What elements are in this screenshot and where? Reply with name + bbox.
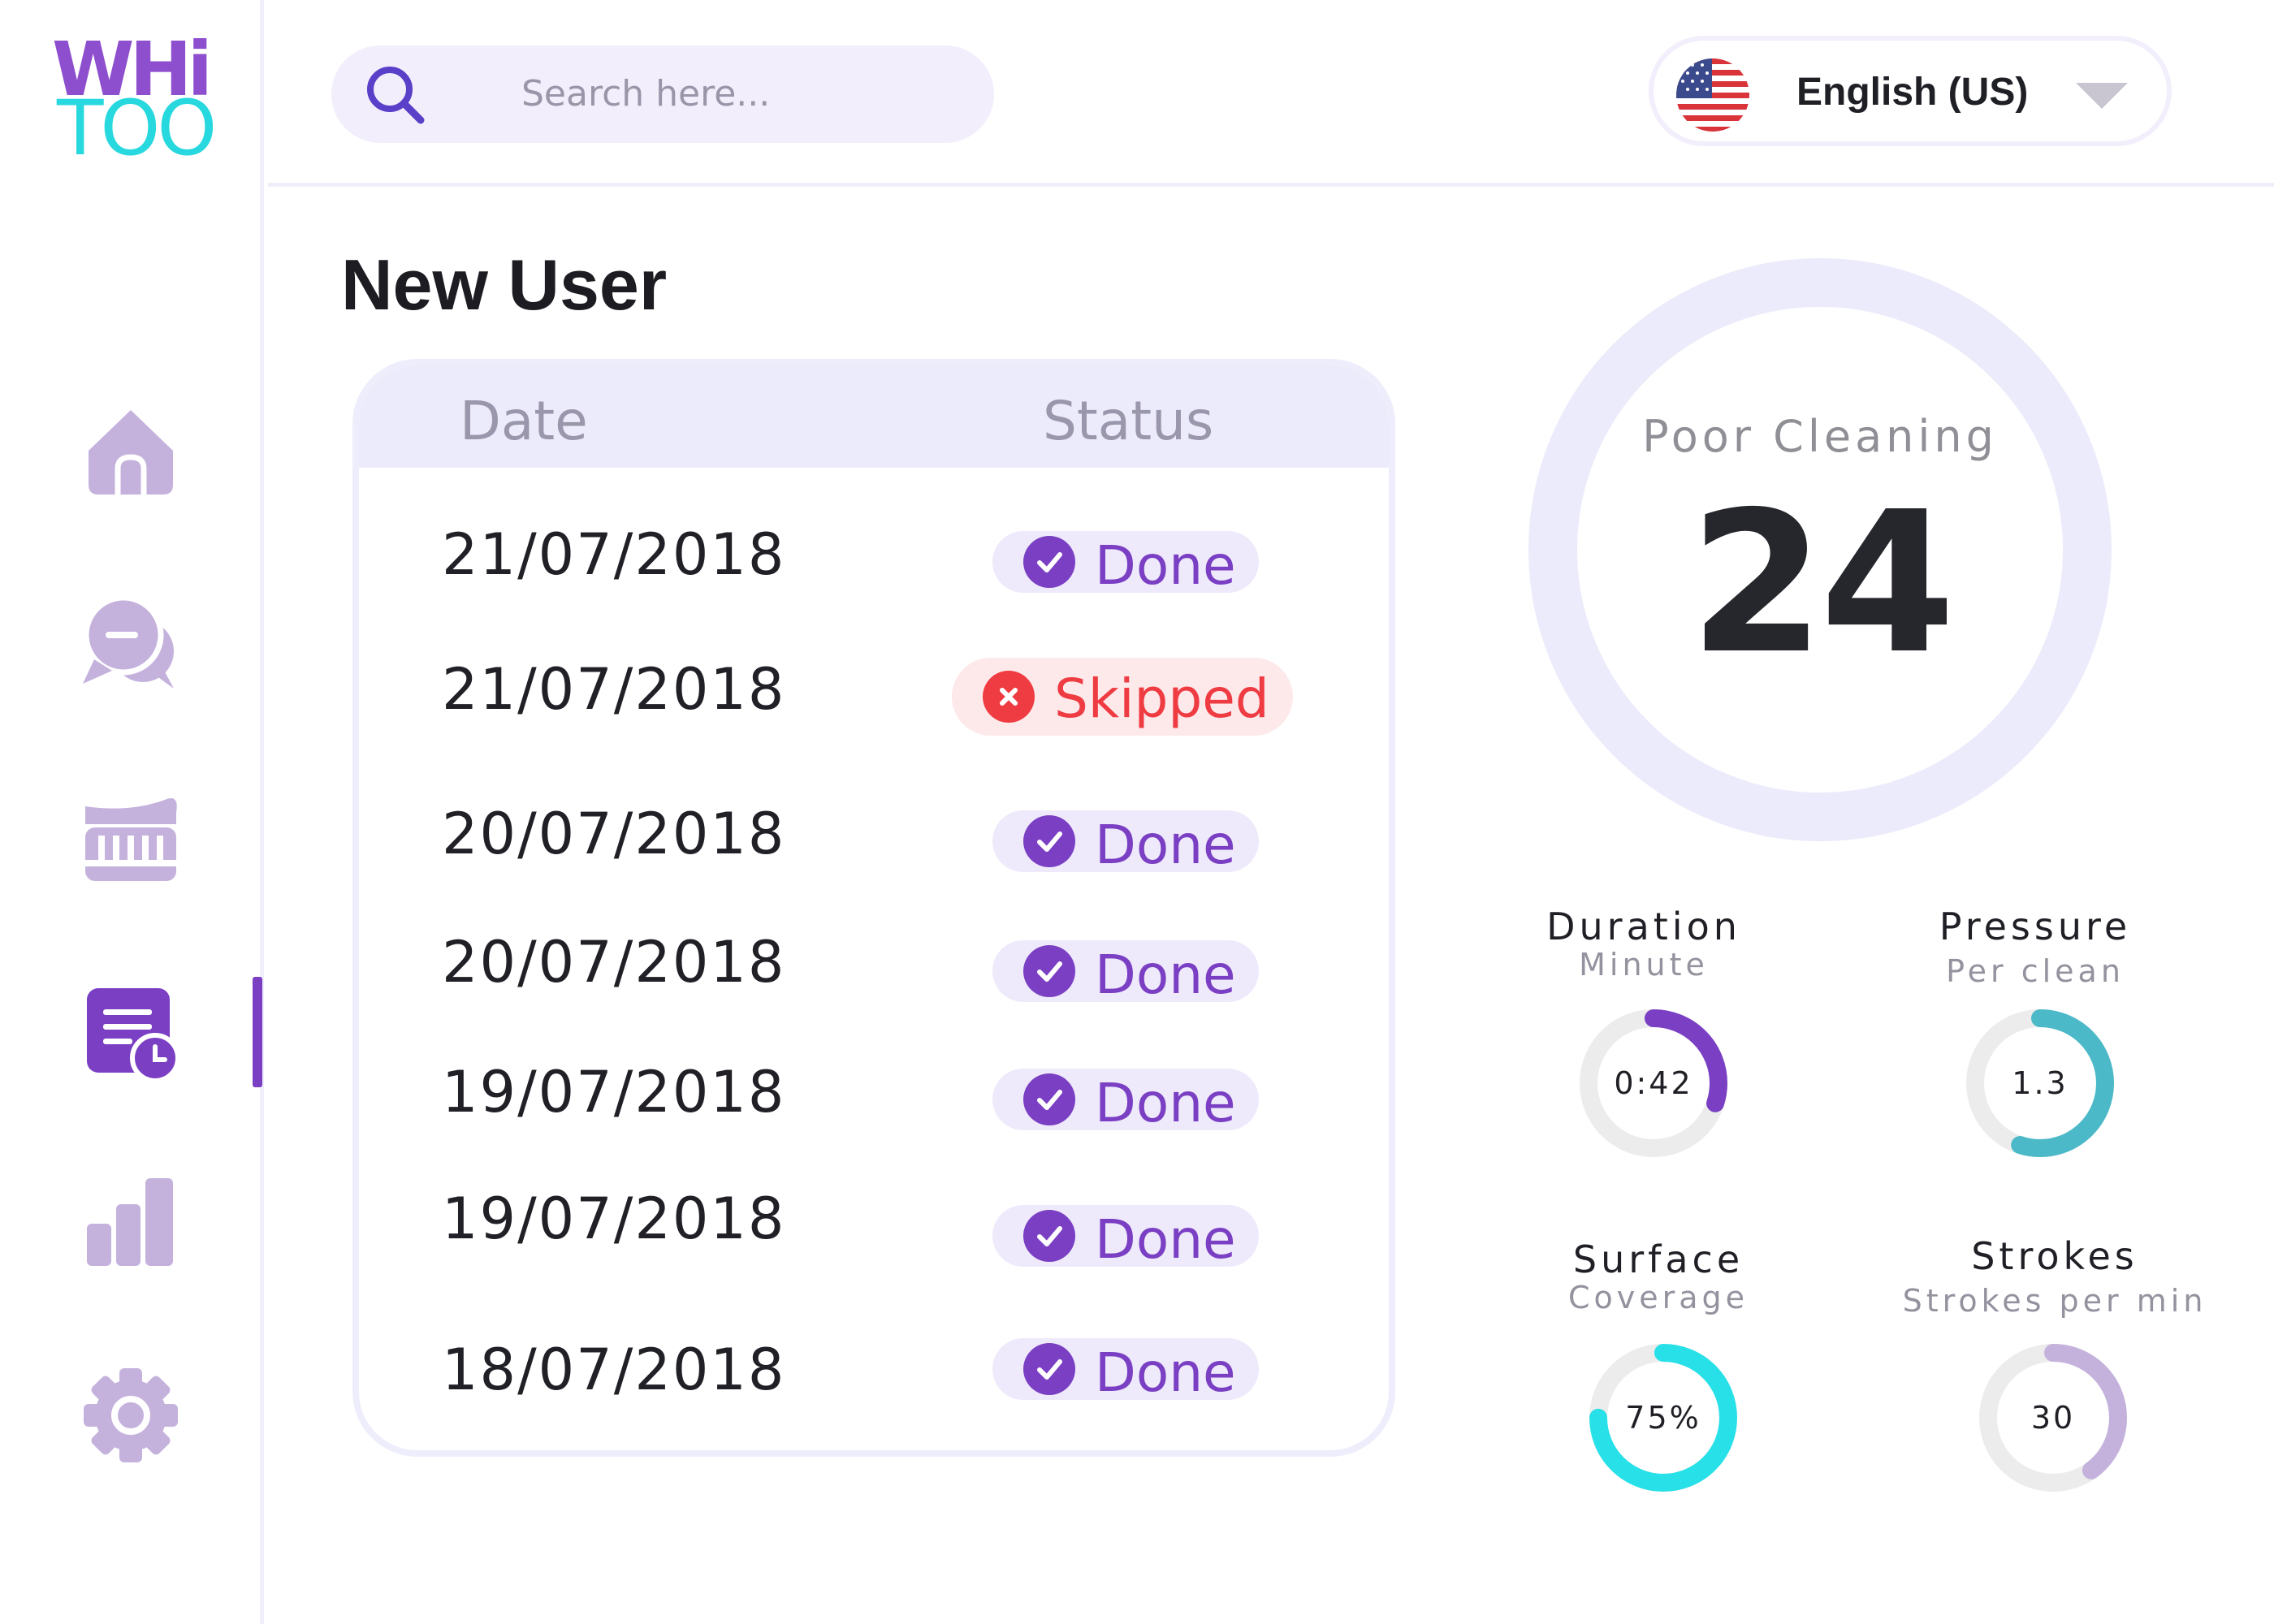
metric-subtitle: Per clean bbox=[1946, 953, 2125, 989]
row-date: 18/07/2018 bbox=[442, 1337, 786, 1403]
metric-title: Strokes bbox=[1971, 1234, 2138, 1278]
column-header-status: Status bbox=[1043, 390, 1214, 452]
search-icon[interactable] bbox=[362, 62, 430, 130]
metric-subtitle: Strokes per min bbox=[1902, 1283, 2207, 1319]
row-date: 20/07/2018 bbox=[442, 801, 786, 867]
chat-bubbles-icon bbox=[83, 594, 174, 689]
x-circle-icon bbox=[983, 671, 1035, 723]
check-circle-icon bbox=[1023, 536, 1075, 588]
status-badge: Done bbox=[992, 810, 1259, 876]
logo-line-2: TOO bbox=[57, 84, 217, 173]
sidebar-item-toothbrush[interactable] bbox=[78, 786, 184, 892]
gauge-strokes: 30 bbox=[1972, 1337, 2134, 1499]
metric-title: Pressure bbox=[1939, 905, 2132, 948]
check-circle-icon bbox=[1023, 815, 1075, 867]
table-header: Date Status bbox=[359, 365, 1389, 468]
check-circle-icon bbox=[1023, 945, 1075, 997]
table-row[interactable]: 21/07/2018 Skipped bbox=[359, 656, 1389, 754]
gear-icon bbox=[84, 1368, 178, 1462]
status-badge: Done bbox=[992, 940, 1259, 1006]
top-bar: Search here... English (US) bbox=[268, 0, 2274, 187]
table-row[interactable]: 19/07/2018 Done bbox=[359, 1186, 1389, 1283]
status-label: Done bbox=[1095, 814, 1236, 876]
sidebar: WHi TOO bbox=[0, 0, 264, 1624]
us-flag-icon bbox=[1676, 58, 1749, 132]
home-icon bbox=[89, 410, 173, 495]
sidebar-item-settings[interactable] bbox=[78, 1363, 184, 1468]
row-date: 19/07/2018 bbox=[442, 1186, 786, 1252]
check-circle-icon bbox=[1023, 1343, 1075, 1395]
logo: WHi TOO bbox=[52, 32, 217, 167]
table-row[interactable]: 20/07/2018 Done bbox=[359, 801, 1389, 898]
sidebar-item-history[interactable] bbox=[78, 979, 184, 1085]
status-label: Done bbox=[1095, 534, 1236, 597]
gauge-value: 0:42 bbox=[1614, 1065, 1693, 1101]
gauge-pressure: 1.3 bbox=[1959, 1002, 2121, 1164]
status-label: Done bbox=[1095, 944, 1236, 1006]
status-label: Done bbox=[1095, 1341, 1236, 1404]
metric-subtitle: Coverage bbox=[1567, 1280, 1749, 1315]
history-table: Date Status 21/07/2018 Done 21/07/2018 S… bbox=[352, 359, 1395, 1457]
table-row[interactable]: 20/07/2018 Done bbox=[359, 929, 1389, 1026]
metric-pressure: Pressure Per clean bbox=[1865, 905, 2206, 989]
language-selector[interactable]: English (US) bbox=[1649, 36, 2172, 146]
status-label: Done bbox=[1095, 1208, 1236, 1271]
page-title: New User bbox=[341, 244, 668, 325]
sidebar-item-stats[interactable] bbox=[78, 1169, 184, 1275]
active-nav-indicator bbox=[253, 977, 262, 1087]
calendar-clock-icon bbox=[87, 988, 180, 1082]
search-bar[interactable]: Search here... bbox=[331, 45, 994, 143]
gauge-value: 75% bbox=[1625, 1400, 1701, 1436]
check-circle-icon bbox=[1023, 1073, 1075, 1125]
language-label: English (US) bbox=[1796, 71, 2029, 114]
metric-title: Surface bbox=[1572, 1237, 1744, 1281]
gauge-value: 30 bbox=[2030, 1400, 2076, 1436]
gauge-duration: 0:42 bbox=[1572, 1002, 1735, 1164]
sidebar-item-home[interactable] bbox=[78, 396, 184, 502]
table-row[interactable]: 19/07/2018 Done bbox=[359, 1059, 1389, 1156]
row-date: 19/07/2018 bbox=[442, 1059, 786, 1125]
bar-chart-icon bbox=[87, 1178, 173, 1266]
table-row[interactable]: 21/07/2018 Done bbox=[359, 521, 1389, 619]
status-badge: Done bbox=[992, 1205, 1259, 1271]
row-date: 21/07/2018 bbox=[442, 656, 786, 723]
sidebar-item-messages[interactable] bbox=[78, 593, 184, 698]
score-value: 24 bbox=[1689, 469, 1956, 697]
gauge-surface: 75% bbox=[1582, 1337, 1744, 1499]
metric-subtitle: Minute bbox=[1579, 947, 1709, 983]
status-badge: Done bbox=[992, 1338, 1259, 1404]
status-label: Skipped bbox=[1054, 667, 1269, 730]
metric-strokes: Strokes Strokes per min bbox=[1884, 1234, 2225, 1319]
status-badge: Done bbox=[992, 531, 1259, 597]
metric-title: Duration bbox=[1546, 905, 1741, 948]
status-badge: Done bbox=[992, 1069, 1259, 1134]
score-label: Poor Cleaning bbox=[1642, 411, 1998, 462]
column-header-date: Date bbox=[460, 390, 588, 452]
metric-duration: Duration Minute bbox=[1473, 905, 1814, 983]
search-input[interactable]: Search here... bbox=[521, 73, 770, 114]
status-label: Done bbox=[1095, 1072, 1236, 1134]
metric-surface: Surface Coverage bbox=[1488, 1237, 1829, 1315]
chevron-down-icon[interactable] bbox=[2076, 83, 2128, 109]
check-circle-icon bbox=[1023, 1210, 1075, 1262]
status-badge: Skipped bbox=[952, 658, 1293, 736]
toothbrush-icon bbox=[85, 798, 177, 881]
gauge-value: 1.3 bbox=[2012, 1065, 2069, 1101]
table-row[interactable]: 18/07/2018 Done bbox=[359, 1337, 1389, 1434]
row-date: 20/07/2018 bbox=[442, 929, 786, 996]
row-date: 21/07/2018 bbox=[442, 521, 786, 588]
